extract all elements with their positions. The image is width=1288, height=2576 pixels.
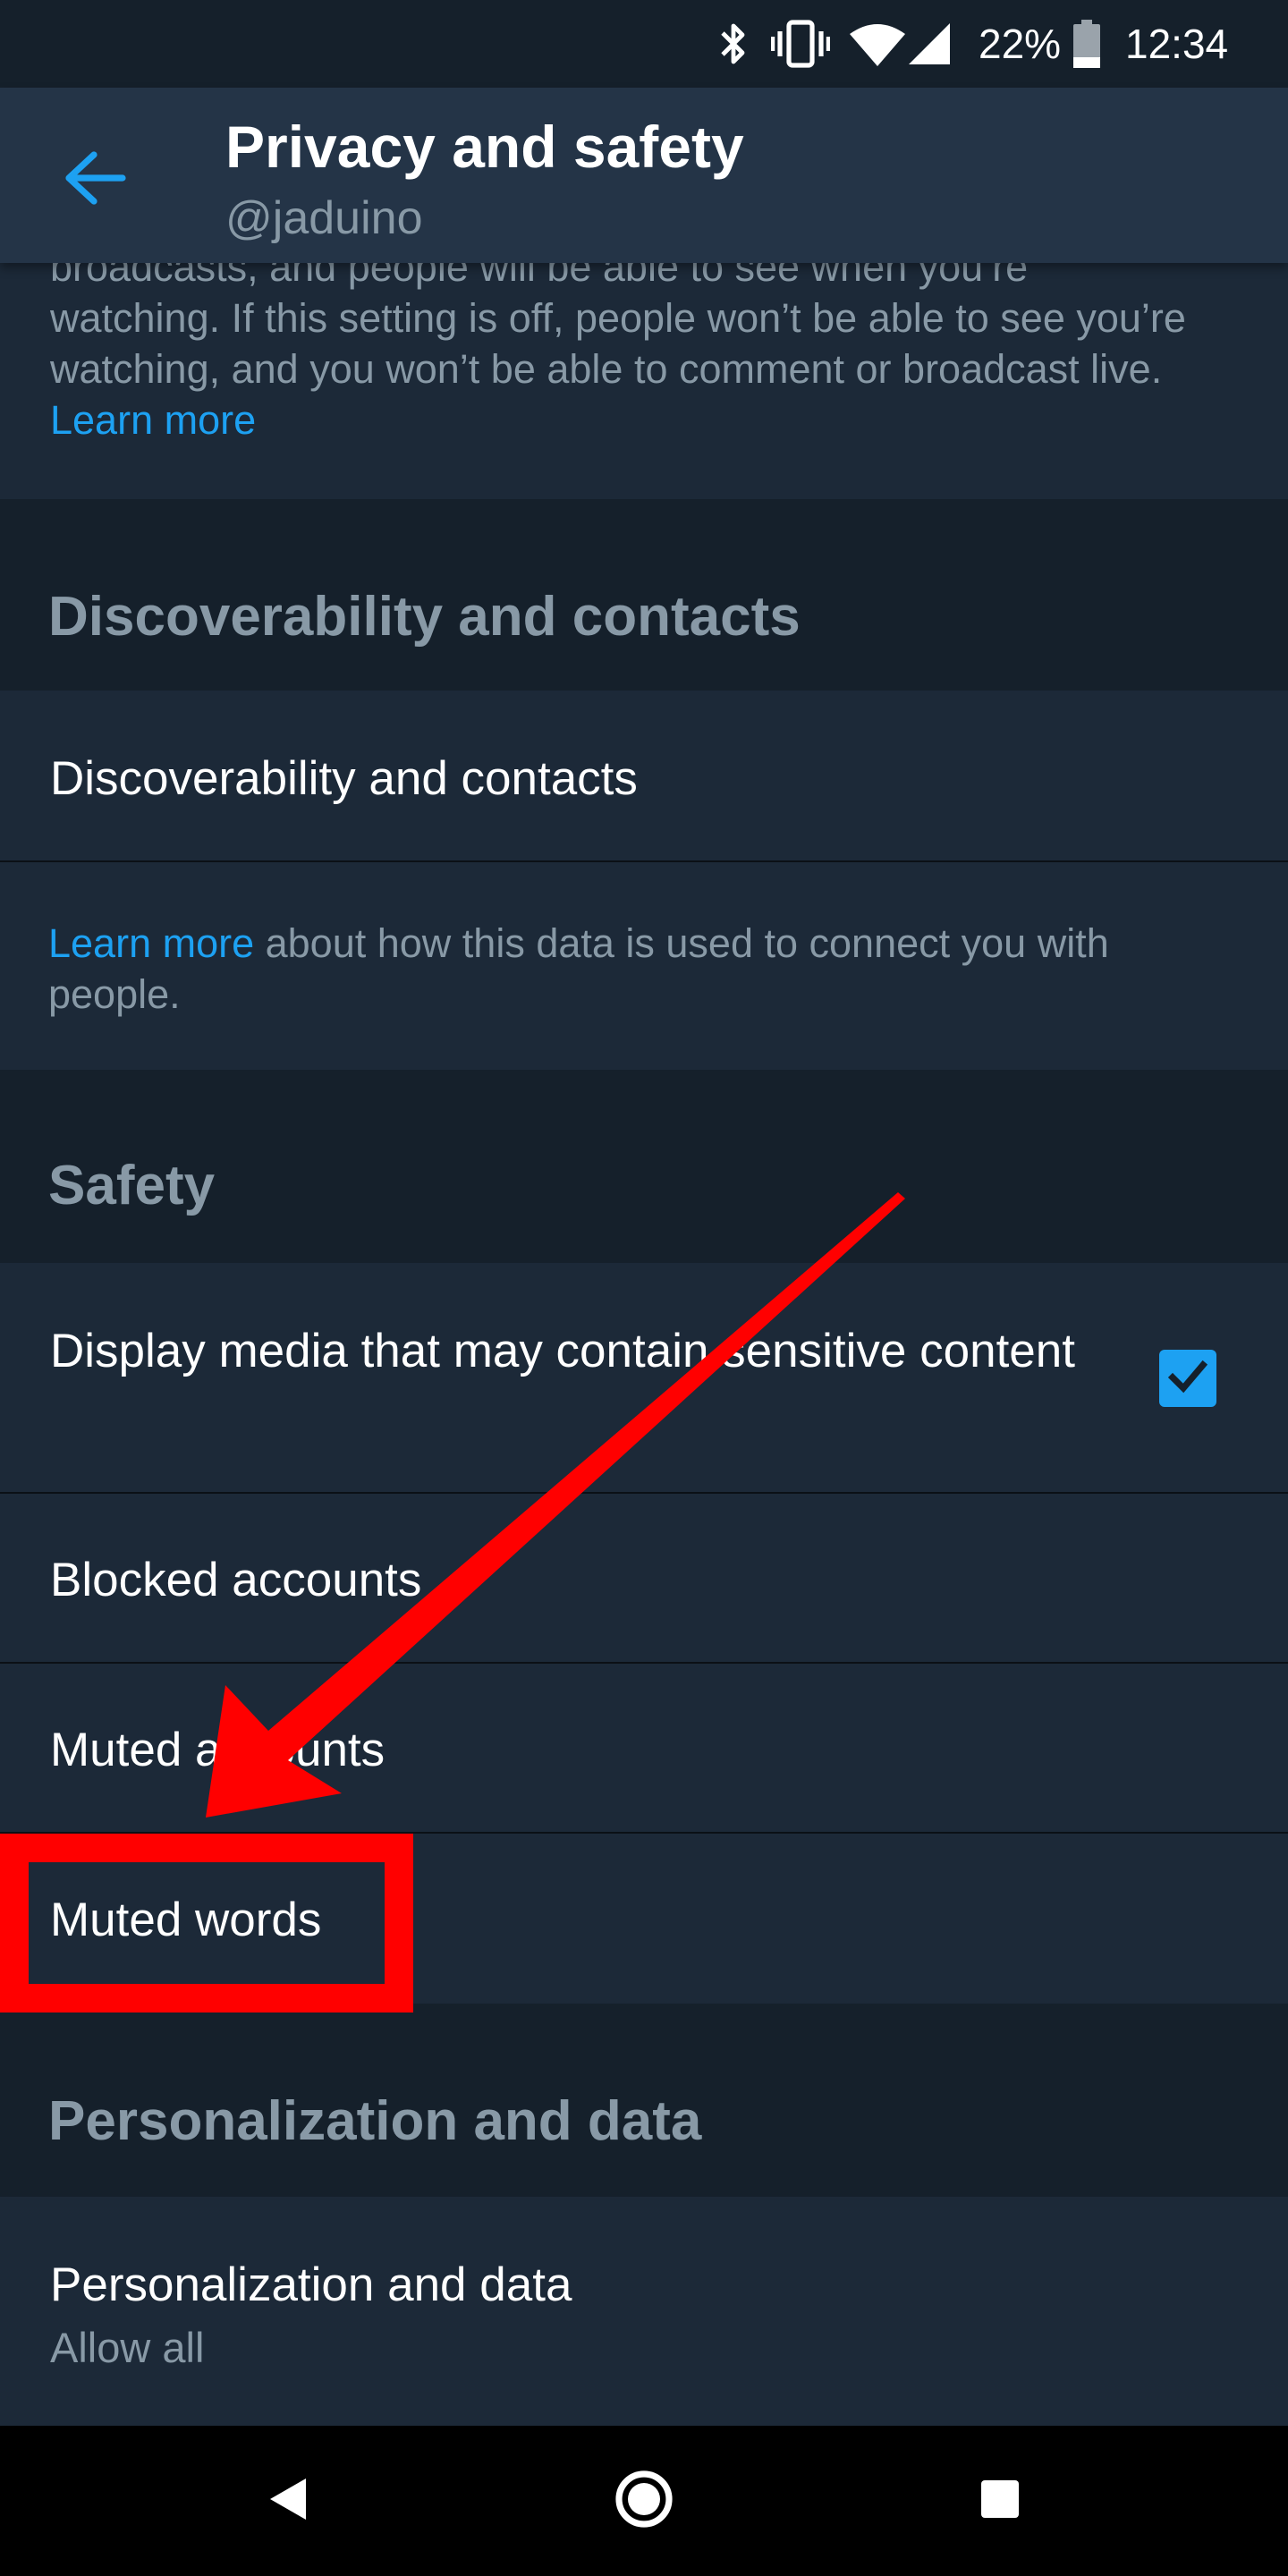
personalization-row-value: Allow all [50, 2324, 205, 2371]
app-bar: Privacy and safety @jaduino [0, 88, 1288, 263]
clock: 12:34 [1125, 21, 1229, 67]
battery-icon [1073, 0, 1100, 88]
circle-home-icon [614, 2470, 674, 2533]
discoverability-section-title: Discoverability and contacts [48, 586, 801, 648]
triangle-back-icon [268, 2477, 308, 2526]
periscope-description: broadcasts, and people will be able to s… [50, 242, 1231, 445]
personalization-row-label: Personalization and data [50, 2258, 572, 2311]
bluetooth-icon [716, 0, 751, 88]
periscope-desc-rest: watching. If this setting is off, people… [50, 295, 1186, 392]
square-recents-icon [981, 2479, 1019, 2522]
periscope-learn-more-link[interactable]: Learn more [50, 397, 256, 443]
back-button[interactable] [36, 131, 152, 229]
vibrate-icon [771, 0, 830, 88]
navigation-bar [0, 2426, 1288, 2576]
personalization-section-title: Personalization and data [48, 2090, 702, 2152]
nav-home-button[interactable] [572, 2426, 716, 2576]
discoverability-description: Learn more about how this data is used t… [48, 918, 1229, 1020]
muted-words-label: Muted words [50, 1894, 322, 1946]
checkmark-icon [1165, 1354, 1210, 1403]
sensitive-media-checkbox[interactable] [1159, 1350, 1216, 1407]
muted-accounts-label: Muted accounts [50, 1724, 386, 1776]
nav-recents-button[interactable] [928, 2426, 1072, 2576]
nav-back-button[interactable] [216, 2426, 360, 2576]
status-bar: 22% 12:34 [0, 0, 1288, 88]
safety-section-title: Safety [48, 1155, 216, 1216]
signal-icon [909, 0, 950, 88]
blocked-accounts-label: Blocked accounts [50, 1554, 422, 1606]
page-title: Privacy and safety [225, 114, 744, 180]
wifi-icon [850, 0, 905, 88]
page-subtitle: @jaduino [225, 192, 423, 244]
discoverability-row-label: Discoverability and contacts [50, 752, 638, 805]
discoverability-learn-more-link[interactable]: Learn more [48, 920, 254, 966]
battery-percent: 22% [979, 21, 1062, 67]
sensitive-media-label: Display media that may contain sensitive… [50, 1325, 1075, 1377]
arrow-left-icon [62, 149, 126, 211]
